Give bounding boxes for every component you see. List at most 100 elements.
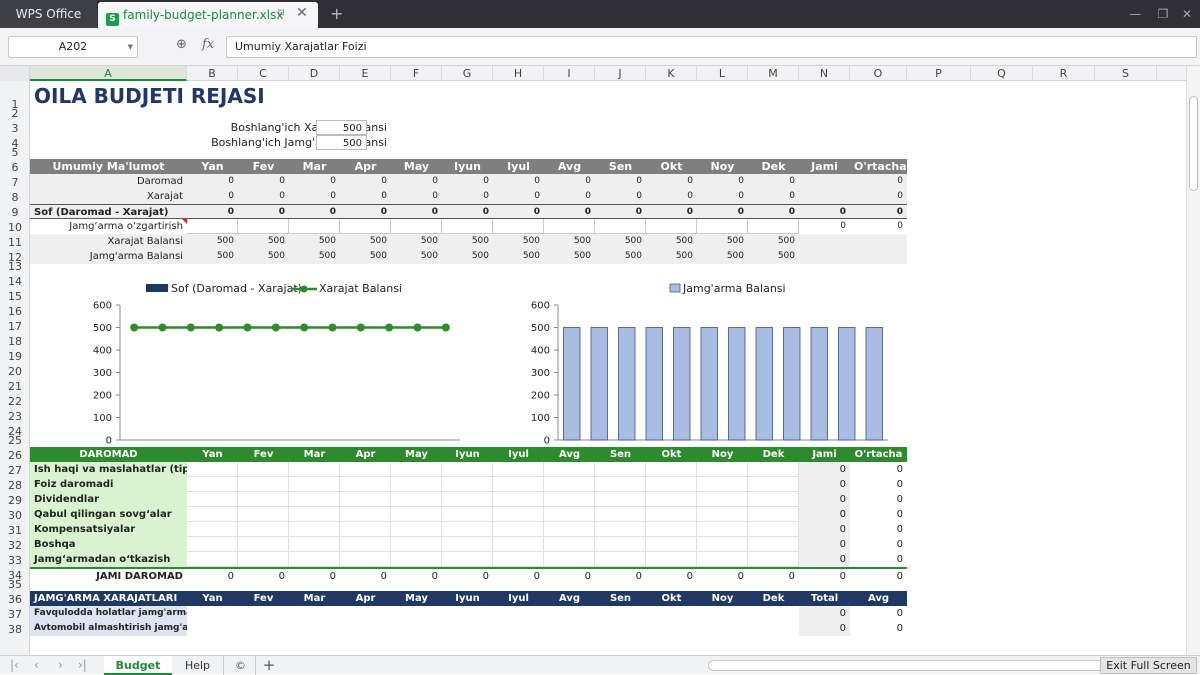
column-header[interactable]: Q: [971, 66, 1033, 81]
income-input-cell[interactable]: [187, 537, 238, 552]
month-header[interactable]: Sen: [595, 159, 646, 174]
month-header[interactable]: May: [391, 447, 442, 462]
column-header[interactable]: E: [340, 66, 391, 81]
income-input-cell[interactable]: [493, 477, 544, 492]
summary-value[interactable]: 0: [238, 174, 289, 189]
summary-value[interactable]: 0: [646, 204, 697, 219]
column-header[interactable]: I: [544, 66, 595, 81]
income-input-cell[interactable]: [442, 477, 493, 492]
summary-value[interactable]: 0: [697, 189, 748, 204]
month-header[interactable]: Apr: [340, 159, 391, 174]
bar-chart[interactable]: 0100200300400500600YanFevMarAprMayIyunIy…: [508, 281, 898, 467]
income-avg[interactable]: 0: [850, 552, 907, 567]
name-box[interactable]: A202 ▼: [8, 36, 138, 58]
row-header[interactable]: 9: [0, 206, 30, 220]
summary-value[interactable]: 500: [697, 249, 748, 264]
line-chart[interactable]: 0100200300400500600YanFevMarAprMayIyunIy…: [60, 281, 470, 467]
income-avg[interactable]: 0: [850, 522, 907, 537]
row-header[interactable]: 21: [0, 380, 30, 394]
summary-value[interactable]: [493, 219, 544, 234]
income-total[interactable]: 0: [799, 492, 850, 507]
summary-value[interactable]: 500: [289, 234, 340, 249]
month-header[interactable]: Fev: [238, 591, 289, 606]
income-total-value[interactable]: 0: [442, 567, 493, 582]
row-header[interactable]: 23: [0, 410, 30, 424]
income-total[interactable]: 0: [799, 522, 850, 537]
summary-value[interactable]: 500: [544, 234, 595, 249]
column-header[interactable]: D: [289, 66, 340, 81]
summary-value[interactable]: 0: [187, 189, 238, 204]
income-input-cell[interactable]: [289, 522, 340, 537]
income-input-cell[interactable]: [289, 507, 340, 522]
minimize-icon[interactable]: —: [1120, 0, 1150, 28]
income-input-cell[interactable]: [544, 477, 595, 492]
month-header[interactable]: May: [391, 159, 442, 174]
income-avg[interactable]: 0: [850, 492, 907, 507]
summary-avg[interactable]: 0: [850, 219, 907, 234]
month-header[interactable]: Sen: [595, 447, 646, 462]
income-input-cell[interactable]: [544, 507, 595, 522]
income-input-cell[interactable]: [238, 477, 289, 492]
income-input-cell[interactable]: [442, 552, 493, 567]
summary-value[interactable]: 0: [646, 189, 697, 204]
income-input-cell[interactable]: [544, 537, 595, 552]
savings-total[interactable]: 0: [799, 621, 850, 636]
income-total-value[interactable]: 0: [646, 567, 697, 582]
summary-value[interactable]: 500: [595, 249, 646, 264]
income-input-cell[interactable]: [646, 522, 697, 537]
income-input-cell[interactable]: [391, 507, 442, 522]
income-input-cell[interactable]: [238, 552, 289, 567]
chevron-down-icon[interactable]: ▼: [128, 37, 133, 57]
income-input-cell[interactable]: [646, 537, 697, 552]
savings-header[interactable]: JAMG'ARMA XARAJATLARI: [30, 591, 187, 606]
summary-avg[interactable]: 0: [850, 204, 907, 219]
summary-row-label[interactable]: Sof (Daromad - Xarajat): [30, 204, 187, 219]
summary-value[interactable]: 0: [595, 204, 646, 219]
income-total-value[interactable]: 0: [493, 567, 544, 582]
income-input-cell[interactable]: [697, 492, 748, 507]
summary-value[interactable]: [187, 219, 238, 234]
income-total-value[interactable]: 0: [340, 567, 391, 582]
income-input-cell[interactable]: [646, 507, 697, 522]
month-header[interactable]: Apr: [340, 447, 391, 462]
income-input-cell[interactable]: [442, 522, 493, 537]
income-input-cell[interactable]: [340, 552, 391, 567]
income-input-cell[interactable]: [544, 522, 595, 537]
summary-value[interactable]: 0: [748, 204, 799, 219]
month-header[interactable]: Okt: [646, 591, 697, 606]
summary-value[interactable]: 0: [289, 204, 340, 219]
month-header[interactable]: Avg: [544, 447, 595, 462]
month-header[interactable]: Iyul: [493, 447, 544, 462]
income-total[interactable]: 0: [799, 477, 850, 492]
sheet-grid[interactable]: 0100200300400500600YanFevMarAprMayIyunIy…: [30, 81, 1186, 655]
summary-value[interactable]: 500: [187, 249, 238, 264]
summary-value[interactable]: 500: [289, 249, 340, 264]
income-input-cell[interactable]: [595, 492, 646, 507]
income-input-cell[interactable]: [748, 462, 799, 477]
column-header[interactable]: M: [748, 66, 799, 81]
income-row-label[interactable]: Dividendlar: [30, 492, 187, 507]
income-input-cell[interactable]: [697, 507, 748, 522]
formula-input[interactable]: Umumiy Xarajatlar Foizi: [226, 36, 1197, 58]
summary-value[interactable]: 0: [544, 189, 595, 204]
row-header[interactable]: 32: [0, 539, 30, 553]
app-tab[interactable]: WPS Office: [0, 0, 97, 28]
income-input-cell[interactable]: [544, 552, 595, 567]
income-input-cell[interactable]: [646, 477, 697, 492]
row-header[interactable]: 38: [0, 623, 30, 637]
income-input-cell[interactable]: [493, 522, 544, 537]
summary-total[interactable]: [799, 234, 850, 249]
column-header[interactable]: F: [391, 66, 442, 81]
income-total-value[interactable]: 0: [238, 567, 289, 582]
income-input-cell[interactable]: [697, 537, 748, 552]
exit-full-screen-button[interactable]: Exit Full Screen: [1100, 657, 1197, 674]
column-header[interactable]: N: [799, 66, 850, 81]
income-input-cell[interactable]: [748, 537, 799, 552]
summary-total[interactable]: [799, 174, 850, 189]
row-header[interactable]: 33: [0, 554, 30, 568]
summary-value[interactable]: 0: [493, 189, 544, 204]
start-expense-input[interactable]: 500: [316, 120, 367, 135]
income-total[interactable]: 0: [799, 462, 850, 477]
summary-value[interactable]: 0: [493, 204, 544, 219]
row-header[interactable]: 18: [0, 335, 30, 349]
